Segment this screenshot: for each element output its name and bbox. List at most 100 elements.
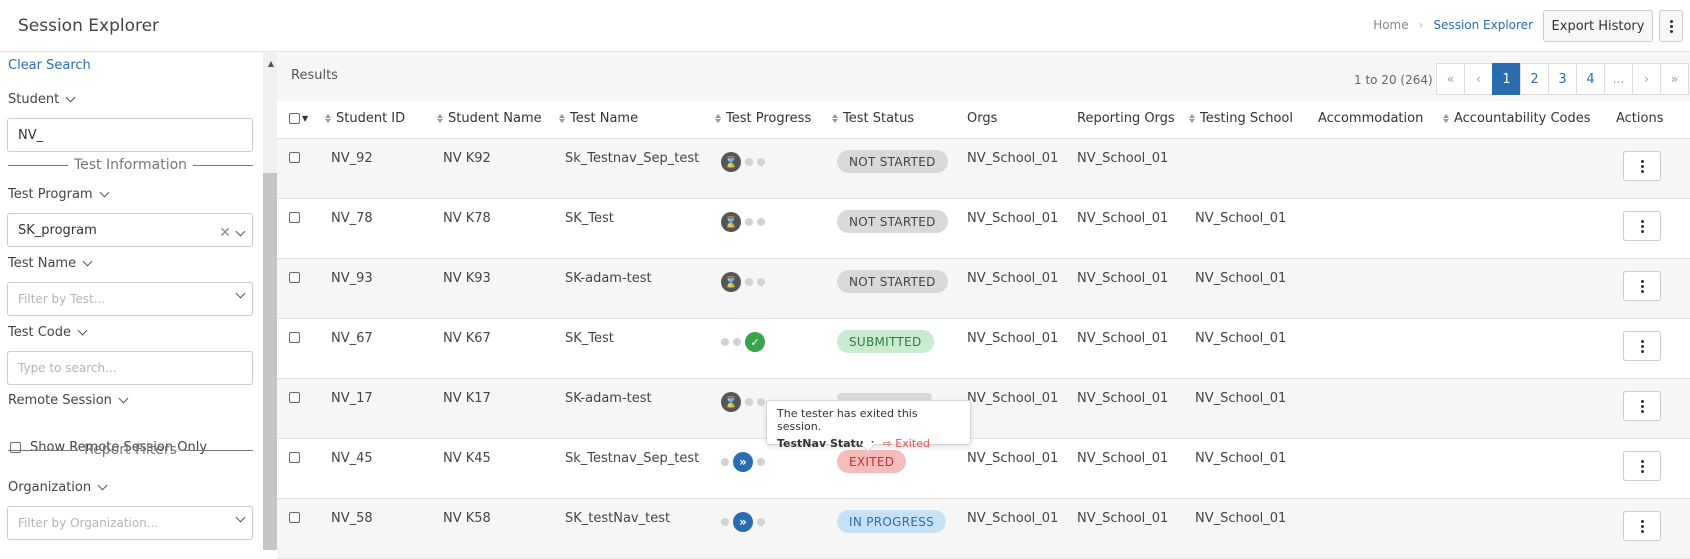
chevron-down-icon: [77, 325, 88, 336]
col-student-name[interactable]: Student Name: [437, 111, 542, 126]
tooltip-status-value: Exited: [895, 437, 930, 450]
col-accommodation: Accommodation: [1318, 111, 1423, 126]
test-progress[interactable]: ⌛: [721, 272, 765, 292]
row-actions-button[interactable]: [1623, 151, 1661, 181]
test-name-placeholder: Filter by Test...: [18, 292, 106, 306]
organization-filter-label[interactable]: Organization: [8, 480, 108, 495]
row-actions-button[interactable]: [1623, 211, 1661, 241]
sort-icon: [1443, 114, 1449, 123]
test-progress[interactable]: ✓: [721, 332, 765, 352]
pagination: «‹ 1 2 3 4... ›»: [1436, 63, 1689, 95]
student-input[interactable]: NV_: [7, 118, 253, 152]
pager-item[interactable]: 2: [1520, 63, 1549, 95]
row-checkbox[interactable]: [289, 272, 300, 283]
student-id: NV_17: [331, 391, 373, 406]
row-actions-button[interactable]: [1623, 331, 1661, 361]
test-progress[interactable]: ⌛: [721, 152, 765, 172]
chevron-down-icon[interactable]: [235, 226, 246, 236]
row-actions-button[interactable]: [1623, 451, 1661, 481]
hourglass-icon: ⌛: [721, 392, 741, 412]
clear-icon[interactable]: ✕: [219, 225, 231, 241]
pager-item[interactable]: 4: [1576, 63, 1605, 95]
col-student-id[interactable]: Student ID: [325, 111, 405, 126]
sort-icon: [325, 114, 331, 123]
breadcrumb-current[interactable]: Session Explorer: [1433, 18, 1533, 32]
reporting-orgs: NV_School_01: [1077, 451, 1169, 466]
table-row: NV_78 NV K78 SK_Test ⌛ NOT STARTED NV_School_…: [277, 199, 1690, 259]
status-badge: NOT STARTED: [837, 270, 948, 293]
test-name: SK-adam-test: [565, 391, 652, 406]
test-code-filter-label[interactable]: Test Code: [8, 325, 88, 340]
col-actions: Actions: [1616, 111, 1664, 126]
test-code-placeholder: Type to search...: [18, 361, 117, 375]
test-code-input[interactable]: Type to search...: [7, 351, 253, 385]
student-filter-label[interactable]: Student: [8, 92, 76, 107]
remote-session-filter-label[interactable]: Remote Session: [8, 393, 129, 408]
row-actions-button[interactable]: [1623, 511, 1661, 541]
testing-school: NV_School_01: [1195, 511, 1287, 526]
test-progress[interactable]: »: [721, 452, 765, 472]
pager-item[interactable]: 3: [1548, 63, 1577, 95]
table-row: NV_58 NV K58 SK_testNav_test » IN PROGRESS NV…: [277, 499, 1690, 559]
col-accountability-codes[interactable]: Accountability Codes: [1443, 111, 1591, 126]
test-progress[interactable]: ⌛: [721, 392, 765, 412]
export-history-button[interactable]: Export History: [1543, 10, 1653, 42]
test-name-select[interactable]: Filter by Test...: [7, 282, 253, 316]
caret-down-icon[interactable]: ▼: [302, 114, 308, 123]
row-actions-button[interactable]: [1623, 391, 1661, 421]
col-test-progress[interactable]: Test Progress: [715, 111, 811, 126]
test-program-filter-label[interactable]: Test Program: [8, 187, 110, 202]
test-program-select[interactable]: SK_program ✕: [7, 213, 253, 247]
breadcrumb-home[interactable]: Home: [1373, 18, 1408, 32]
chevron-down-icon[interactable]: [235, 288, 246, 299]
in-progress-icon: »: [733, 512, 753, 532]
pager-item[interactable]: ›: [1632, 63, 1661, 95]
test-name: Sk_Testnav_Sep_test: [565, 451, 700, 466]
status-badge: SUBMITTED: [837, 330, 934, 353]
test-name: Sk_Testnav_Sep_test: [565, 151, 700, 166]
reporting-orgs: NV_School_01: [1077, 391, 1169, 406]
test-program-value: SK_program: [18, 222, 97, 238]
chevron-down-icon[interactable]: [235, 512, 246, 523]
student-id: NV_58: [331, 511, 373, 526]
results-count: 1 to 20 (264): [1354, 73, 1433, 87]
pager-item[interactable]: 1: [1492, 63, 1521, 95]
pager-item[interactable]: ...: [1604, 63, 1633, 95]
test-name-filter-label[interactable]: Test Name: [8, 256, 93, 271]
checkbox[interactable]: [289, 113, 300, 124]
testing-school: NV_School_01: [1195, 391, 1287, 406]
sort-icon: [1189, 114, 1195, 123]
row-checkbox[interactable]: [289, 512, 300, 523]
pager-item[interactable]: ‹: [1464, 63, 1493, 95]
clear-search-link[interactable]: Clear Search: [8, 58, 91, 73]
scroll-up-icon[interactable]: ▲: [268, 59, 274, 68]
sidebar-scroll-thumb[interactable]: [263, 173, 277, 550]
organization-select[interactable]: Filter by Organization...: [7, 506, 253, 540]
report-filters-divider: Report Filters: [8, 442, 254, 458]
table-header: ▼ Student ID Student Name Test Name Test…: [277, 101, 1690, 139]
test-progress[interactable]: »: [721, 512, 765, 532]
row-checkbox[interactable]: [289, 452, 300, 463]
more-options-button[interactable]: [1659, 10, 1683, 42]
hourglass-icon: ⌛: [721, 152, 741, 172]
col-label: Student ID: [336, 111, 406, 126]
row-actions-button[interactable]: [1623, 271, 1661, 301]
test-progress[interactable]: ⌛: [721, 212, 765, 232]
col-testing-school[interactable]: Testing School: [1189, 111, 1293, 126]
pager-item[interactable]: «: [1436, 63, 1465, 95]
select-all-checkbox[interactable]: ▼: [289, 113, 308, 124]
row-checkbox[interactable]: [289, 212, 300, 223]
row-checkbox[interactable]: [289, 332, 300, 343]
row-checkbox[interactable]: [289, 392, 300, 403]
status-badge: NOT STARTED: [837, 150, 948, 173]
col-label: Reporting Orgs: [1077, 111, 1175, 126]
col-test-name[interactable]: Test Name: [559, 111, 638, 126]
col-label: Accountability Codes: [1454, 111, 1591, 126]
filter-sidebar: ▲ Clear Search Student NV_ Test Informat…: [0, 53, 277, 550]
test-name-label-text: Test Name: [8, 256, 77, 271]
col-test-status[interactable]: Test Status: [832, 111, 914, 126]
hourglass-icon: ⌛: [721, 212, 741, 232]
pager-item[interactable]: »: [1660, 63, 1689, 95]
row-checkbox[interactable]: [289, 152, 300, 163]
test-information-divider: Test Information: [8, 157, 253, 173]
